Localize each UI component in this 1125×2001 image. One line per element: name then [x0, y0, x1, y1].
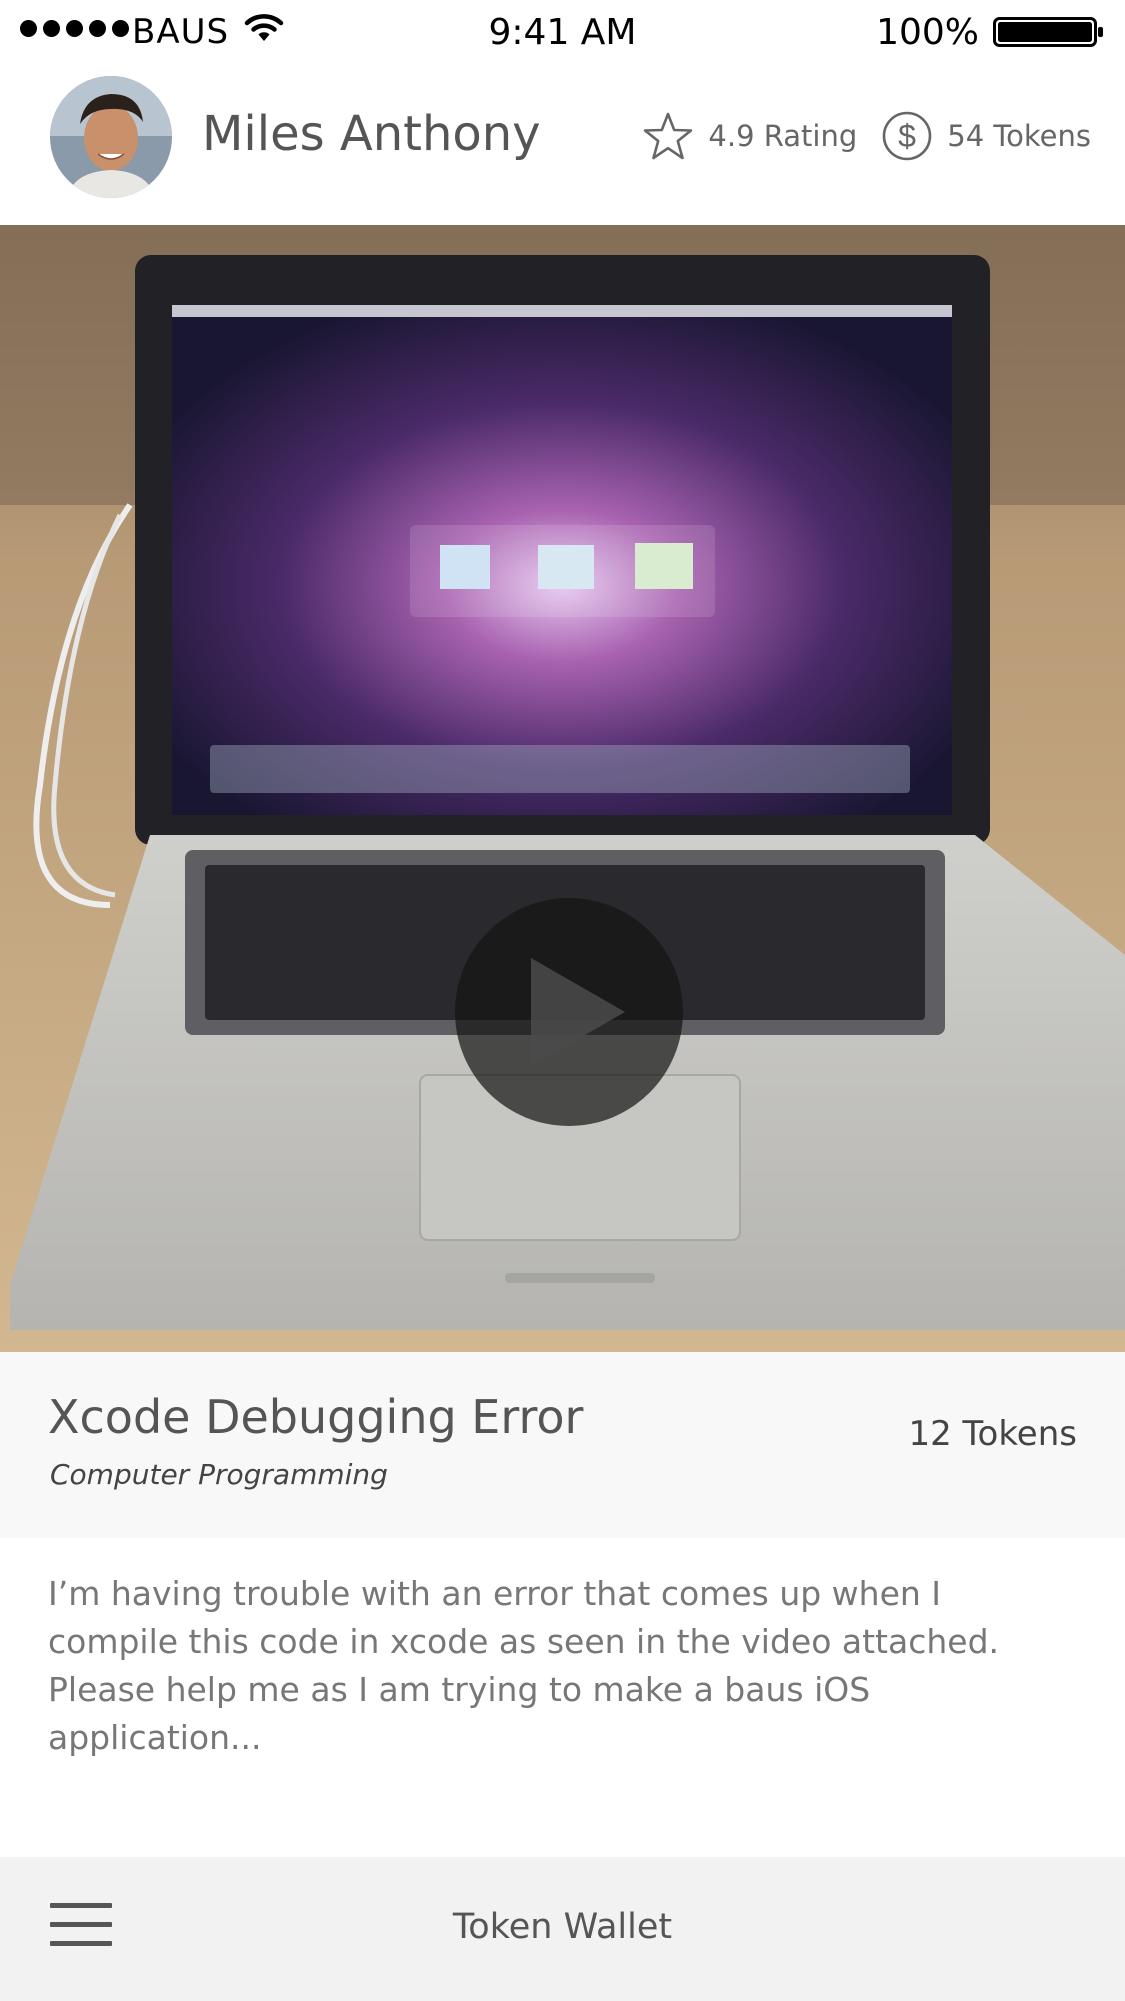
rating-stat: 4.9 Rating	[642, 111, 857, 161]
tokens-label: 54 Tokens	[947, 119, 1091, 153]
post-info: Xcode Debugging Error Computer Programmi…	[0, 1352, 1125, 1538]
profile-header: Miles Anthony 4.9 Rating $ 54 Tokens	[0, 68, 1125, 225]
battery-icon	[993, 17, 1103, 47]
battery-percentage: 100%	[876, 12, 979, 53]
user-stats: 4.9 Rating $ 54 Tokens	[642, 108, 1091, 164]
post-tokens: 12 Tokens	[908, 1414, 1077, 1454]
token-wallet-title[interactable]: Token Wallet	[0, 1907, 1125, 1947]
dollar-circle-icon: $	[882, 111, 932, 161]
status-bar: BAUS 9:41 AM 100%	[0, 0, 1125, 68]
user-name: Miles Anthony	[202, 106, 541, 162]
play-button[interactable]	[455, 898, 683, 1126]
post-description: I’m having trouble with an error that co…	[48, 1574, 1000, 1757]
post-title: Xcode Debugging Error	[48, 1390, 584, 1444]
video-thumbnail[interactable]	[0, 225, 1125, 1352]
star-icon	[644, 112, 693, 160]
rating-label: 4.9 Rating	[708, 119, 858, 153]
post-category: Computer Programming	[50, 1458, 388, 1491]
bottom-bar: Token Wallet	[0, 1857, 1125, 2001]
svg-text:$: $	[898, 118, 916, 154]
avatar[interactable]	[50, 76, 172, 198]
tokens-stat: $ 54 Tokens	[881, 110, 1091, 162]
play-icon	[531, 958, 625, 1066]
